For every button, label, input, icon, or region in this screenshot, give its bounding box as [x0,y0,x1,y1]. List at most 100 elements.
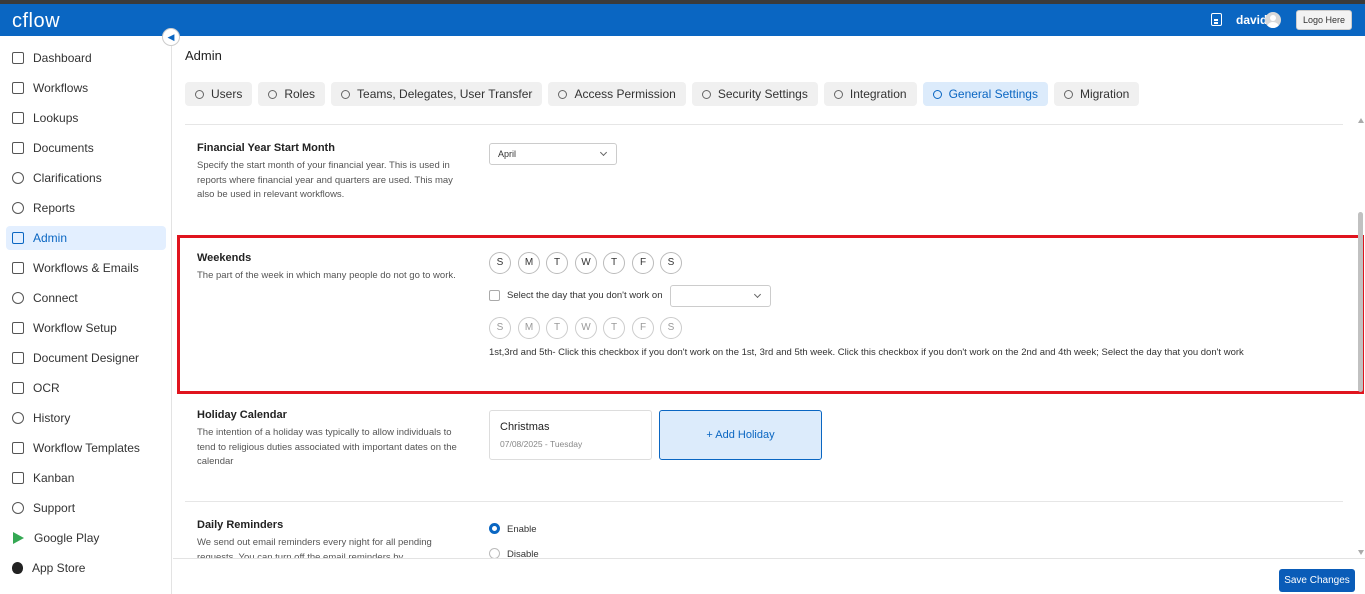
document-icon[interactable] [1211,13,1222,26]
tab-security-settings[interactable]: Security Settings [691,82,818,106]
sliders-icon [12,322,24,334]
logo-here-button[interactable]: Logo Here [1296,10,1352,30]
alternate-day-select[interactable] [670,285,771,307]
alternate-day-saturday[interactable]: S [660,317,682,339]
sidebar-item-label: Documents [33,141,94,155]
username[interactable]: david [1236,13,1267,27]
weekend-day-saturday[interactable]: S [660,252,682,274]
kanban-icon [12,472,24,484]
weekend-day-friday[interactable]: F [632,252,654,274]
edit-document-icon [12,352,24,364]
alternate-day-monday[interactable]: M [518,317,540,339]
sidebar-item-label: Lookups [33,111,79,125]
sidebar-item-history[interactable]: History [6,406,166,430]
sidebar-item-label: Google Play [34,531,100,545]
divider [185,124,1343,125]
tab-teams[interactable]: Teams, Delegates, User Transfer [331,82,543,106]
sidebar-item-label: Admin [33,231,68,245]
app-header: cflow david Logo Here [0,4,1365,36]
alternate-day-thursday[interactable]: T [603,317,625,339]
reminders-enable-radio[interactable] [489,523,500,534]
sidebar-item-label: Workflows & Emails [33,261,139,275]
sidebar-item-admin[interactable]: Admin [6,226,166,250]
sidebar-item-connect[interactable]: Connect [6,286,166,310]
sidebar-item-lookups[interactable]: Lookups [6,106,166,130]
sidebar-item-reports[interactable]: Reports [6,196,166,220]
weekends-help-text: 1st,3rd and 5th- Click this checkbox if … [489,347,1244,358]
google-play-icon [13,532,24,544]
financial-year-select[interactable]: April [489,143,617,165]
roles-icon [268,89,278,99]
alternate-day-friday[interactable]: F [632,317,654,339]
alternate-day-wednesday[interactable]: W [575,317,597,339]
tab-label: Migration [1079,87,1130,101]
financial-year-description: Specify the start month of your financia… [197,160,453,200]
weekend-day-thursday[interactable]: T [603,252,625,274]
scroll-up-arrow-icon[interactable] [1358,118,1364,123]
mail-icon [12,262,24,274]
alternate-day-sunday[interactable]: S [489,317,511,339]
weekend-day-sunday[interactable]: S [489,252,511,274]
tab-integration[interactable]: Integration [823,82,917,106]
tab-migration[interactable]: Migration [1053,82,1140,106]
dashboard-icon [12,52,24,64]
collapse-sidebar-button[interactable]: ◀ [162,28,180,46]
sidebar-item-workflows[interactable]: Workflows [6,76,166,100]
key-icon [558,89,568,99]
holiday-date: 07/08/2025 - Tuesday [500,439,583,449]
holiday-card[interactable]: Christmas 07/08/2025 - Tuesday [489,410,652,460]
user-icon [195,89,204,99]
sidebar-item-label: Dashboard [33,51,92,65]
tab-general-settings[interactable]: General Settings [922,82,1048,106]
admin-icon [12,232,24,244]
sidebar-item-app-store[interactable]: App Store [6,556,166,580]
sidebar-item-label: Workflow Templates [33,441,140,455]
sidebar-item-label: Clarifications [33,171,102,185]
sidebar-item-workflows-emails[interactable]: Workflows & Emails [6,256,166,280]
sidebar-item-google-play[interactable]: Google Play [6,526,166,550]
sidebar-item-clarifications[interactable]: Clarifications [6,166,166,190]
sidebar-item-support[interactable]: Support [6,496,166,520]
scrollbar-thumb[interactable] [1358,212,1363,392]
reminders-disable-radio[interactable] [489,548,500,558]
weekend-day-monday[interactable]: M [518,252,540,274]
lightbulb-icon [12,172,24,184]
sidebar-item-label: Workflow Setup [33,321,117,335]
tab-label: Security Settings [717,87,808,101]
headset-icon [12,502,24,514]
sidebar-item-label: Support [33,501,76,515]
sidebar-item-workflow-setup[interactable]: Workflow Setup [6,316,166,340]
weekend-day-wednesday[interactable]: W [575,252,597,274]
page-title: Admin [185,48,222,63]
sidebar-item-label: App Store [32,561,86,575]
sidebar-item-ocr[interactable]: OCR [6,376,166,400]
sidebar-item-label: Kanban [33,471,75,485]
sidebar-item-document-designer[interactable]: Document Designer [6,346,166,370]
tab-access-permission[interactable]: Access Permission [548,82,686,106]
weekend-day-tuesday[interactable]: T [546,252,568,274]
tab-roles[interactable]: Roles [258,82,326,106]
tab-users[interactable]: Users [185,82,253,106]
arrows-icon [1063,89,1073,99]
add-holiday-button[interactable]: + Add Holiday [659,410,822,460]
save-changes-button[interactable]: Save Changes [1279,569,1355,592]
sidebar-item-workflow-templates[interactable]: Workflow Templates [6,436,166,460]
cflow-logo[interactable]: cflow [12,10,60,33]
teams-icon [341,89,351,99]
sidebar-item-kanban[interactable]: Kanban [6,466,166,490]
alternate-day-tuesday[interactable]: T [546,317,568,339]
tab-label: Teams, Delegates, User Transfer [357,87,533,101]
alternate-week-checkbox[interactable] [489,290,500,301]
avatar[interactable] [1265,12,1281,28]
footer-bar: Save Changes [173,558,1365,594]
table-icon [12,112,24,124]
sidebar-item-label: Workflows [33,81,89,95]
workflows-icon [12,82,24,94]
tab-label: Integration [849,87,907,101]
daily-reminders-title: Daily Reminders [197,519,284,531]
holiday-calendar-title: Holiday Calendar [197,409,287,421]
sidebar-item-dashboard[interactable]: Dashboard [6,46,166,70]
scroll-down-arrow-icon[interactable] [1358,550,1364,555]
sidebar-item-documents[interactable]: Documents [6,136,166,160]
weekends-title: Weekends [197,252,252,264]
